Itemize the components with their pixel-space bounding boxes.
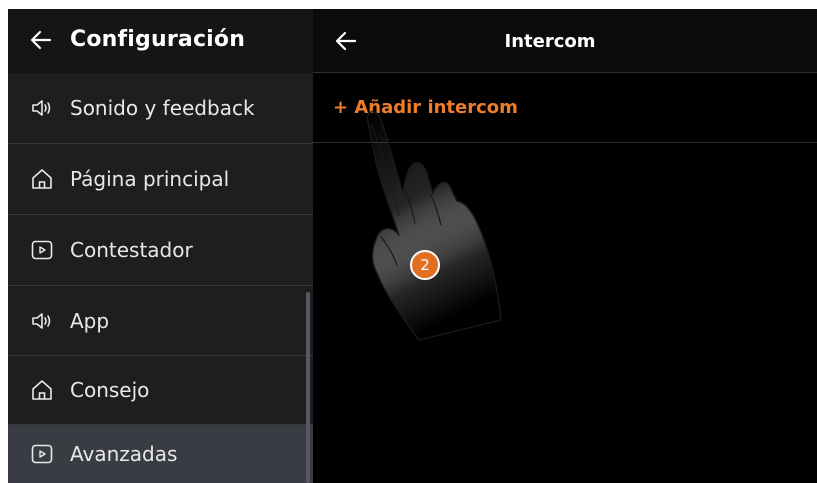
home-icon [32, 169, 52, 189]
sidebar-item-label: Avanzadas [70, 442, 178, 466]
settings-sidebar: Configuración Sonido y feedback Página p… [8, 9, 313, 483]
speaker-icon [32, 100, 51, 116]
sidebar-item-sonido-feedback[interactable]: Sonido y feedback [8, 73, 313, 144]
sidebar-item-label: App [70, 308, 110, 333]
step-number-badge: 2 [410, 250, 440, 280]
page-title: Intercom [504, 31, 596, 52]
sidebar-scrollbar[interactable] [306, 292, 310, 483]
play-box-icon [31, 444, 53, 464]
sidebar-item-avanzadas[interactable]: Avanzadas [8, 425, 313, 483]
play-box-icon [31, 240, 53, 260]
pointing-hand-icon [366, 110, 502, 341]
sidebar-item-pagina-principal[interactable]: Página principal [8, 144, 313, 215]
sidebar-item-label: Página principal [70, 167, 230, 191]
home-icon [32, 380, 52, 400]
sidebar-item-label: Contestador [70, 238, 193, 262]
sidebar-item-consejo[interactable]: Consejo [8, 356, 313, 425]
sidebar-item-label: Consejo [70, 378, 150, 402]
sidebar-item-contestador[interactable]: Contestador [8, 215, 313, 286]
sidebar-item-app[interactable]: App [8, 286, 313, 356]
sidebar-header: Configuración [8, 9, 313, 73]
sidebar-title: Configuración [70, 27, 246, 52]
intercom-header: Intercom [313, 9, 817, 73]
speaker-icon [32, 312, 51, 329]
sidebar-item-label: Sonido y feedback [70, 96, 255, 120]
back-arrow-icon[interactable] [30, 29, 52, 51]
